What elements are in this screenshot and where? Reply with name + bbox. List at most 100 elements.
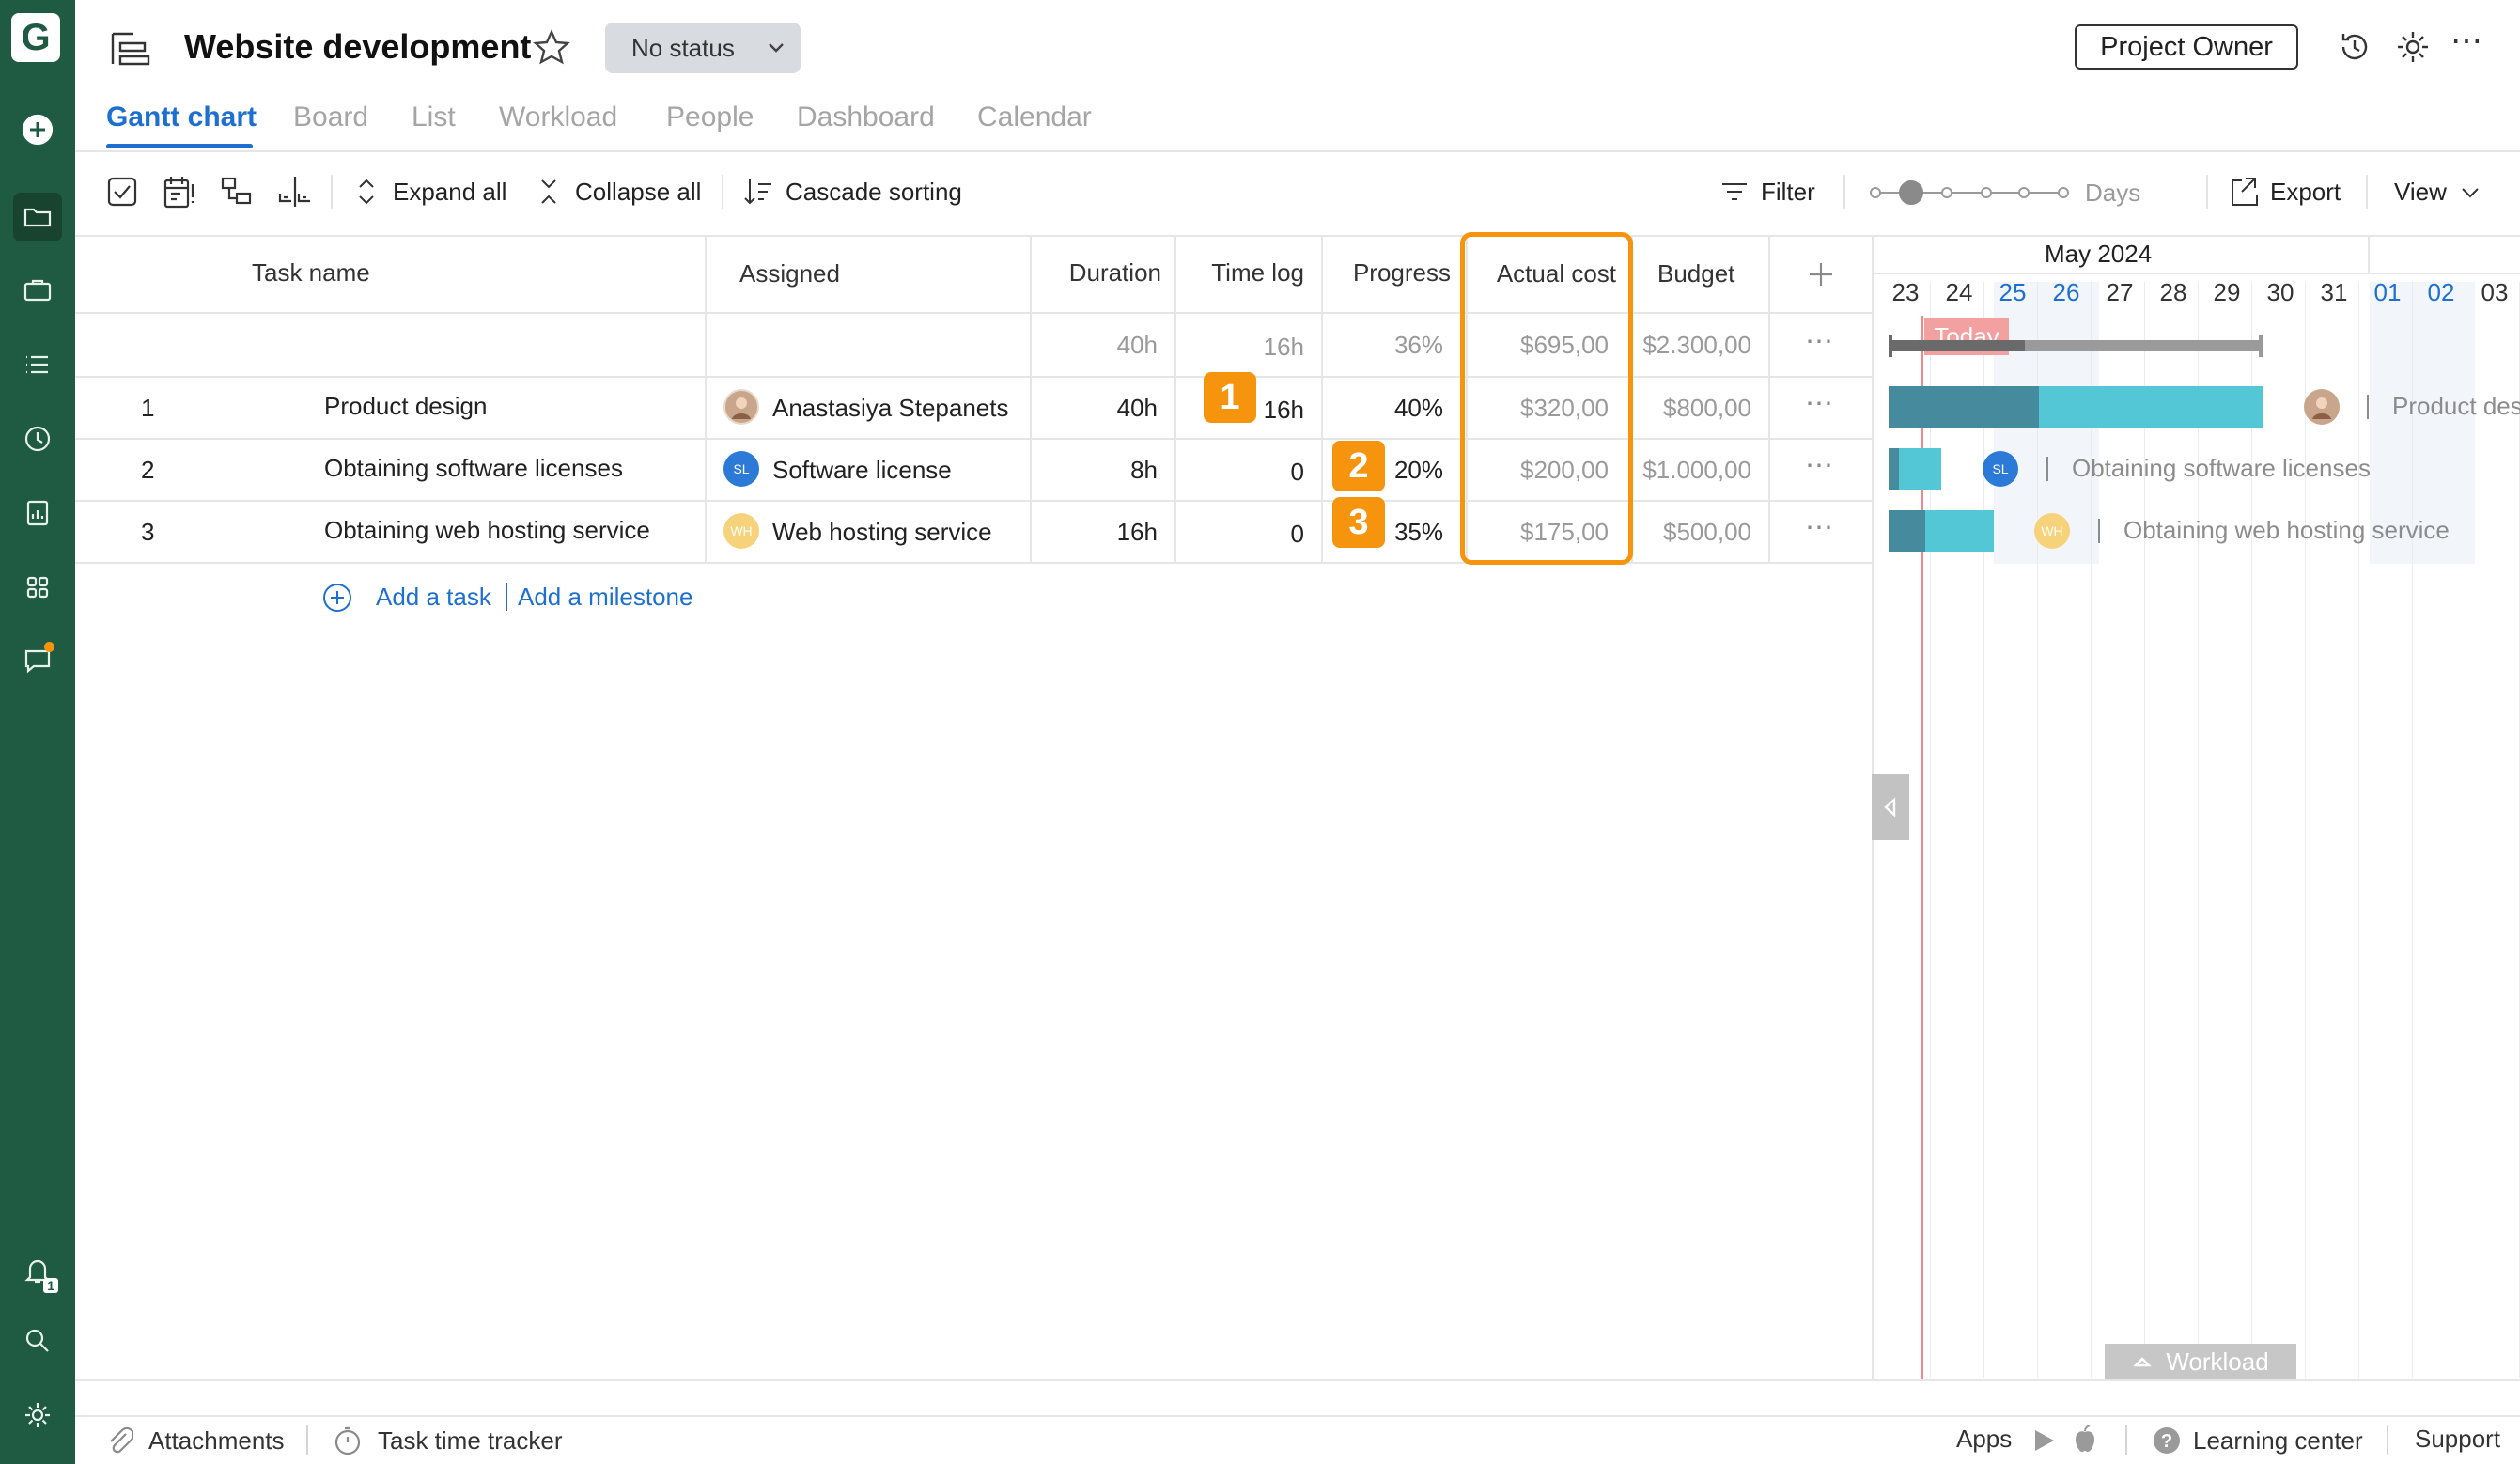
tab-gantt-chart[interactable]: Gantt chart [106, 101, 257, 133]
collapse-all-button[interactable]: Collapse all [536, 175, 701, 209]
task-row-1-menu-icon[interactable]: ⋯ [1805, 387, 1835, 420]
gantt-day-gridline [2358, 282, 2359, 1378]
task-row-2-assignee[interactable]: Software license [772, 456, 952, 485]
status-dropdown[interactable]: No status [605, 23, 801, 73]
summary-row-menu-icon[interactable]: ⋯ [1805, 325, 1835, 358]
task-row-3-budget[interactable]: $500,00 [1635, 518, 1751, 547]
cascade-sorting-button[interactable]: Cascade sorting [742, 175, 962, 209]
task-row-3-name[interactable]: Obtaining web hosting service [324, 516, 650, 545]
tab-board[interactable]: Board [293, 101, 368, 133]
gantt-label-separator [2046, 457, 2048, 481]
project-type-icon [109, 28, 154, 70]
tab-people[interactable]: People [666, 101, 754, 133]
app-logo[interactable]: G [11, 13, 60, 62]
toolbar-separator [1843, 175, 1845, 209]
time-clock-icon[interactable] [13, 414, 62, 463]
footer-top-border [75, 1379, 2520, 1381]
task-row-1-name[interactable]: Product design [324, 392, 487, 421]
dependencies-icon[interactable] [220, 175, 254, 209]
task-row-3-assignee[interactable]: Web hosting service [772, 518, 992, 547]
reports-icon[interactable] [13, 489, 62, 537]
support-link[interactable]: Support [2415, 1425, 2500, 1454]
task-row-2-time-log[interactable]: 0 [1178, 458, 1304, 487]
active-tab-underline [106, 144, 253, 148]
task-row-2-number: 2 [141, 456, 155, 484]
apple-app-store-icon[interactable] [2071, 1423, 2099, 1455]
task-row-1-duration[interactable]: 40h [1034, 394, 1158, 423]
column-header-budget[interactable]: Budget [1657, 259, 1734, 288]
gantt-grid-lines [1887, 282, 2520, 1378]
add-task-plus-icon[interactable] [321, 582, 353, 614]
attachments-button[interactable]: Attachments [105, 1425, 285, 1456]
portfolio-briefcase-icon[interactable] [13, 266, 62, 315]
summary-duration: 40h [1116, 331, 1158, 359]
task-row-2-duration[interactable]: 8h [1034, 456, 1158, 485]
column-header-time-log[interactable]: Time log [1178, 258, 1304, 288]
task-row-1-budget[interactable]: $800,00 [1635, 394, 1751, 423]
task-row-1-assignee[interactable]: Anastasiya Stepanets [772, 394, 1009, 423]
column-header-progress[interactable]: Progress [1325, 258, 1451, 288]
settings-gear-icon[interactable] [13, 1391, 62, 1440]
projects-folder-icon[interactable] [13, 193, 62, 241]
header-divider [75, 150, 2520, 152]
baseline-icon[interactable] [276, 173, 314, 210]
gantt-day-gridline [2198, 282, 2199, 1378]
apps-grid-icon[interactable] [13, 563, 62, 612]
column-header-duration[interactable]: Duration [1034, 258, 1161, 288]
tab-calendar[interactable]: Calendar [977, 101, 1092, 133]
footer-separator [2387, 1425, 2388, 1455]
collapse-grid-handle[interactable] [1872, 774, 1909, 840]
column-header-task-name[interactable]: Task name [252, 258, 370, 288]
gantt-avatar-software-license: SL [1983, 451, 2018, 487]
project-owner-button[interactable]: Project Owner [2075, 24, 2298, 70]
view-dropdown[interactable]: View [2394, 175, 2482, 209]
tab-dashboard[interactable]: Dashboard [797, 101, 935, 133]
tab-workload[interactable]: Workload [499, 101, 617, 133]
select-checkbox-icon[interactable] [105, 175, 139, 209]
workload-panel-toggle[interactable]: Workload [2105, 1344, 2296, 1379]
stopwatch-icon [334, 1426, 361, 1456]
project-settings-gear-icon[interactable] [2394, 28, 2432, 66]
add-milestone-link[interactable]: Add a milestone [518, 583, 692, 612]
task-row-3-number: 3 [141, 518, 155, 546]
task-row-3-menu-icon[interactable]: ⋯ [1805, 511, 1835, 544]
task-row-1-progress[interactable]: 40% [1325, 394, 1443, 423]
tab-list[interactable]: List [412, 101, 456, 133]
attachments-label: Attachments [148, 1425, 285, 1455]
zoom-slider[interactable] [1868, 180, 2071, 205]
project-title[interactable]: Website development [184, 27, 531, 67]
google-play-icon[interactable] [2030, 1426, 2058, 1455]
learning-center-label: Learning center [2193, 1425, 2363, 1455]
more-options-icon[interactable]: ⋯ [2450, 25, 2488, 60]
actual-cost-column-highlight [1460, 232, 1633, 565]
history-icon[interactable] [2336, 28, 2373, 66]
filter-button[interactable]: Filter [1719, 175, 1815, 209]
task-row-3-time-log[interactable]: 0 [1178, 520, 1304, 549]
task-list-icon[interactable] [13, 340, 62, 389]
gantt-bar-product-design[interactable] [1889, 386, 2263, 428]
favorite-star-icon[interactable] [532, 28, 571, 68]
summary-bar-progress [1890, 340, 2025, 351]
task-time-tracker-button[interactable]: Task time tracker [333, 1425, 563, 1456]
add-column-plus-icon[interactable] [1804, 257, 1838, 291]
expand-all-button[interactable]: Expand all [353, 175, 506, 209]
summary-bar-cap-right [2259, 335, 2263, 357]
search-icon[interactable] [13, 1316, 62, 1365]
export-button[interactable]: Export [2229, 175, 2341, 209]
col-divider [1321, 235, 1323, 564]
gantt-bar-web-hosting[interactable] [1889, 510, 1994, 552]
task-row-3-duration[interactable]: 16h [1034, 518, 1158, 547]
task-row-2-menu-icon[interactable]: ⋯ [1805, 449, 1835, 482]
chevron-left-icon [1884, 797, 1896, 818]
gantt-bar-software-licenses[interactable] [1889, 448, 1941, 490]
chat-icon[interactable] [13, 636, 62, 685]
critical-path-icon[interactable] [162, 173, 197, 210]
create-new-icon[interactable] [13, 105, 62, 154]
notifications-bell-icon[interactable]: 1 [13, 1246, 62, 1295]
column-header-assigned[interactable]: Assigned [739, 259, 840, 288]
learning-center-button[interactable]: ? Learning center [2152, 1425, 2363, 1456]
task-row-2-name[interactable]: Obtaining software licenses [324, 454, 623, 483]
task-row-2-budget[interactable]: $1.000,00 [1635, 456, 1751, 485]
add-task-link[interactable]: Add a task [376, 583, 491, 612]
grid-top-border [75, 235, 2520, 237]
